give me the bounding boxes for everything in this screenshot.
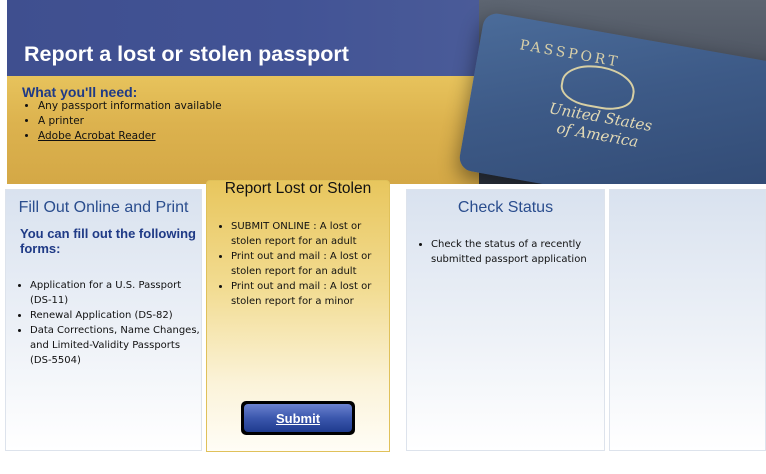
forms-list: Application for a U.S. Passport (DS-11) … — [14, 278, 200, 368]
form-link-ds82[interactable]: Renewal Application (DS-82) — [30, 308, 200, 323]
requirement-item: A printer — [38, 114, 222, 129]
report-option-mail-adult[interactable]: Print out and mail : A lost or stolen re… — [231, 249, 386, 279]
page-title: Report a lost or stolen passport — [24, 42, 349, 66]
check-status-title[interactable]: Check Status — [407, 199, 604, 217]
hero-banner: PASSPORT United States of America Report… — [7, 0, 766, 184]
report-options-list: SUBMIT ONLINE : A lost or stolen report … — [215, 219, 386, 309]
requirements-list: Any passport information available A pri… — [22, 99, 222, 144]
form-link-ds11[interactable]: Application for a U.S. Passport (DS-11) — [30, 278, 200, 308]
empty-panel — [609, 189, 766, 451]
status-list: Check the status of a recently submitted… — [415, 237, 601, 267]
requirements-heading: What you'll need: — [22, 84, 138, 100]
submit-button-frame: Submit — [241, 401, 355, 435]
report-lost-panel: Report Lost or Stolen SUBMIT ONLINE : A … — [206, 180, 390, 452]
fill-out-title[interactable]: Fill Out Online and Print — [6, 199, 201, 217]
report-option-online-adult[interactable]: SUBMIT ONLINE : A lost or stolen report … — [231, 219, 386, 249]
requirement-item: Adobe Acrobat Reader — [38, 129, 222, 144]
fill-out-subtitle: You can fill out the following forms: — [20, 226, 196, 256]
passport-photo: PASSPORT United States of America — [457, 0, 766, 184]
status-item[interactable]: Check the status of a recently submitted… — [431, 237, 601, 267]
fill-out-panel: Fill Out Online and Print You can fill o… — [5, 189, 202, 451]
report-lost-title[interactable]: Report Lost or Stolen — [207, 180, 389, 198]
submit-button[interactable]: Submit — [244, 404, 352, 432]
report-option-mail-minor[interactable]: Print out and mail : A lost or stolen re… — [231, 279, 386, 309]
requirement-item: Any passport information available — [38, 99, 222, 114]
check-status-panel: Check Status Check the status of a recen… — [406, 189, 605, 451]
form-link-ds5504[interactable]: Data Corrections, Name Changes, and Limi… — [30, 323, 200, 368]
acrobat-reader-link[interactable]: Adobe Acrobat Reader — [38, 130, 156, 142]
